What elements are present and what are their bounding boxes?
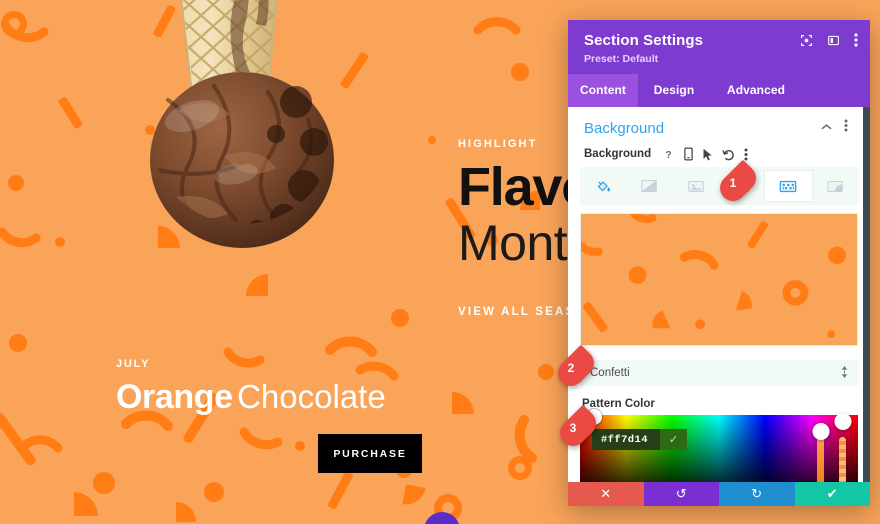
section-settings-panel: Section Settings Preset: Default Content… xyxy=(568,20,870,506)
annotation-pin-number: 1 xyxy=(729,176,737,190)
alpha-slider-knob[interactable] xyxy=(834,413,851,430)
annotation-pin-number: 2 xyxy=(567,361,575,375)
background-section-title: Background xyxy=(584,119,665,137)
mobile-device-icon[interactable] xyxy=(684,147,693,161)
panel-body: Background Background ? Confetti Pattern… xyxy=(568,107,870,506)
background-color-tab[interactable] xyxy=(580,171,626,201)
color-picker[interactable]: #ff7d14 ✓ xyxy=(580,409,858,485)
panel-header-icons xyxy=(800,33,858,47)
tab-design[interactable]: Design xyxy=(638,74,710,107)
more-vertical-icon[interactable] xyxy=(854,33,858,47)
focus-target-icon[interactable] xyxy=(800,34,813,47)
svg-text:?: ? xyxy=(665,150,671,161)
annotation-pin-2: 2 xyxy=(552,344,600,392)
reset-undo-icon[interactable] xyxy=(722,148,735,161)
undo-button[interactable]: ↺ xyxy=(643,482,719,506)
redo-button[interactable]: ↻ xyxy=(719,482,795,506)
hero-flavor-bold: Orange xyxy=(116,378,233,416)
section-more-vertical-icon[interactable] xyxy=(844,119,848,137)
opacity-slider-knob[interactable] xyxy=(812,423,829,440)
hover-cursor-icon[interactable] xyxy=(702,148,713,161)
annotation-pin-1: 1 xyxy=(714,159,762,207)
background-section-header: Background xyxy=(568,107,870,147)
hex-value-text: #ff7d14 xyxy=(592,429,660,450)
hero-month-label: JULY xyxy=(116,358,151,370)
background-pattern-tab[interactable] xyxy=(765,171,812,201)
hero-flavor-block: JULY Orange Chocolate xyxy=(116,358,386,417)
ice-cream-cone-image xyxy=(150,0,334,248)
cancel-button[interactable]: ✕ xyxy=(568,482,644,506)
panel-tabs: Content Design Advanced xyxy=(568,74,870,107)
pattern-preview xyxy=(580,213,858,346)
annotation-pin-number: 3 xyxy=(569,421,577,435)
panel-preset-label[interactable]: Preset: Default xyxy=(584,53,856,65)
pattern-color-label: Pattern Color xyxy=(582,398,655,410)
background-image-tab[interactable] xyxy=(673,171,719,201)
field-more-vertical-icon[interactable] xyxy=(744,148,748,161)
help-icon[interactable]: ? xyxy=(662,148,675,161)
background-gradient-tab[interactable] xyxy=(626,171,672,201)
pattern-style-select[interactable]: Confetti xyxy=(580,360,858,386)
background-field-row: Background ? xyxy=(568,147,870,167)
select-caret-icon xyxy=(841,366,848,380)
purchase-button[interactable]: PURCHASE xyxy=(318,434,422,473)
annotation-pin-3: 3 xyxy=(554,404,602,452)
panel-scrollbar[interactable] xyxy=(863,107,870,506)
panel-header: Section Settings Preset: Default xyxy=(568,20,870,74)
background-field-label: Background xyxy=(584,148,652,160)
opacity-slider[interactable] xyxy=(812,423,829,485)
hero-flavor-thin: Chocolate xyxy=(237,378,386,415)
check-icon[interactable]: ✓ xyxy=(659,429,688,450)
layout-panel-icon[interactable] xyxy=(827,34,840,47)
panel-action-bar: ✕ ↺ ↻ ✔ xyxy=(568,482,870,506)
screenshot-stage: HIGHLIGHT Flavors Monthly VIEW ALL SEASO… xyxy=(0,0,880,524)
hero-flavor-name: Orange Chocolate xyxy=(116,378,386,417)
save-button[interactable]: ✔ xyxy=(794,482,870,506)
alpha-slider[interactable] xyxy=(834,413,851,485)
tab-advanced[interactable]: Advanced xyxy=(710,74,802,107)
chevron-up-icon[interactable] xyxy=(821,122,832,134)
hex-value-field[interactable]: #ff7d14 ✓ xyxy=(592,429,688,450)
background-mask-tab[interactable] xyxy=(812,171,858,201)
tab-content[interactable]: Content xyxy=(568,74,638,107)
